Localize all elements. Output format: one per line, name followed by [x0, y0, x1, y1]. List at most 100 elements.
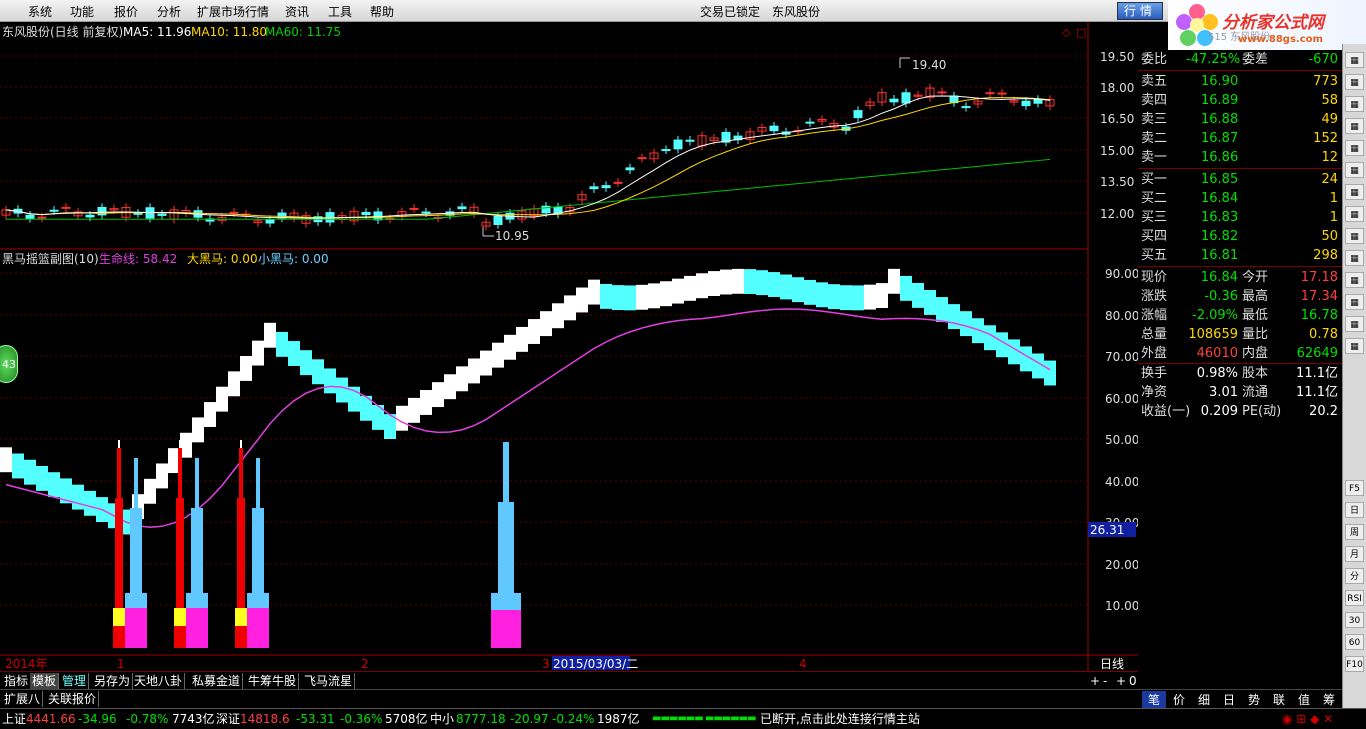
toolbar-button-0[interactable]: F5 [1345, 480, 1364, 496]
red-signal-bar [239, 448, 243, 498]
buy-level-row[interactable]: 买二 16.84 1 [1138, 189, 1342, 208]
template-tab-5[interactable]: 私募金道 [190, 673, 244, 689]
menu-item-help[interactable]: 帮助 [370, 3, 394, 20]
buy-level-row[interactable]: 买五 16.81 298 [1138, 246, 1342, 265]
toolbar-button-4[interactable]: 分 [1345, 568, 1364, 584]
detail-tab-2[interactable]: 细 [1192, 691, 1216, 708]
menu-item-analysis[interactable]: 分析 [157, 3, 181, 20]
toolbar-icon[interactable]: ▦ [1345, 228, 1364, 244]
toolbar-button-1[interactable]: 日 [1345, 502, 1364, 518]
detail-tab-1[interactable]: 价 [1167, 691, 1191, 708]
ext-tab-0[interactable]: 扩展八 [2, 691, 44, 707]
svg-text:70.00: 70.00 [1105, 350, 1138, 364]
detail-tab-5[interactable]: 联 [1267, 691, 1291, 708]
float-badge[interactable]: 43 [0, 345, 18, 383]
toolbar-icon[interactable]: ▦ [1345, 316, 1364, 332]
toolbar-icon[interactable]: ▦ [1345, 140, 1364, 156]
diamond-icon[interactable]: ◇ [1062, 26, 1071, 39]
blue-signal-bar [130, 508, 142, 593]
template-tab-7[interactable]: 飞马流星 [302, 673, 356, 689]
toolbar-icon[interactable]: ▦ [1345, 74, 1364, 90]
svg-text:2014年: 2014年 [5, 657, 48, 671]
template-tab-1[interactable]: 模板 [30, 673, 60, 689]
toolbar-icon[interactable]: ▦ [1345, 118, 1364, 134]
sell-level-row[interactable]: 卖四 16.89 58 [1138, 91, 1342, 110]
ext-tab-1[interactable]: 关联报价 [46, 691, 100, 707]
template-tab-4[interactable]: 天地八卦 [132, 673, 186, 689]
detail-tab-7[interactable]: 筹 [1317, 691, 1341, 708]
toolbar-icon[interactable]: ▦ [1345, 338, 1364, 354]
candle-body [805, 121, 815, 124]
indicator-block [816, 282, 828, 308]
template-tab-3[interactable]: 另存为 [92, 673, 134, 689]
level-volume: 1 [1329, 210, 1338, 225]
stat-row: 总量 108659 量比 0.78 [1138, 325, 1342, 344]
menu-item-news[interactable]: 资讯 [285, 3, 309, 20]
candlesticks[interactable] [1, 83, 1055, 231]
indicator-block [840, 285, 852, 311]
sell-level-row[interactable]: 卖三 16.88 49 [1138, 110, 1342, 129]
toolbar-button-5[interactable]: RSI [1345, 590, 1364, 606]
chart-ctrl-2[interactable]: + [1114, 673, 1127, 689]
stat-row: 涨幅 -2.09% 最低 16.78 [1138, 306, 1342, 325]
sell-level-row[interactable]: 卖一 16.86 12 [1138, 148, 1342, 167]
detail-tab-4[interactable]: 势 [1242, 691, 1266, 708]
indicator-block [408, 397, 420, 423]
zx-index-label[interactable]: 中小 [430, 709, 454, 729]
buy-level-row[interactable]: 买四 16.82 50 [1138, 227, 1342, 246]
close-panel-icon[interactable]: □ [1076, 26, 1086, 39]
indicator-block [612, 285, 624, 311]
detail-tab-0[interactable]: 笔 [1142, 691, 1166, 708]
buy-level-row[interactable]: 买三 16.83 1 [1138, 208, 1342, 227]
template-tab-6[interactable]: 牛筹牛股 [246, 673, 300, 689]
detail-tab-3[interactable]: 日 [1217, 691, 1241, 708]
ma5-label: MA5: 11.96 [123, 25, 191, 39]
toolbar-icon[interactable]: ▦ [1345, 272, 1364, 288]
toolbar-icon[interactable]: ▦ [1345, 184, 1364, 200]
chart-ctrl-0[interactable]: + [1088, 673, 1101, 689]
template-tab-0[interactable]: 指标 [2, 673, 32, 689]
toolbar-icon[interactable]: ▦ [1345, 206, 1364, 222]
sz-index-label[interactable]: 深证 [216, 709, 240, 729]
menu-item-extended-market[interactable]: 扩展市场行情 [197, 3, 269, 20]
toolbar-icon[interactable]: ▦ [1345, 250, 1364, 266]
buy-level-row[interactable]: 买一 16.85 24 [1138, 170, 1342, 189]
toolbar-icon[interactable]: ▦ [1345, 162, 1364, 178]
toolbar-icon[interactable]: ▦ [1345, 52, 1364, 68]
signal-tip [240, 440, 242, 448]
signal-meter-icon: ▬▬▬▬▬▬ ▬▬▬▬▬▬ [652, 713, 757, 724]
toolbar-icon[interactable]: ▦ [1345, 294, 1364, 310]
menu-item-function[interactable]: 功能 [70, 3, 94, 20]
big-horse-label: 大黑马: 0.00 [187, 252, 258, 266]
sell-level-row[interactable]: 卖五 16.90 773 [1138, 72, 1342, 91]
toolbar-button-7[interactable]: 60 [1345, 634, 1364, 650]
toolbar-button-8[interactable]: F10 [1345, 656, 1364, 672]
toolbar-button-2[interactable]: 周 [1345, 524, 1364, 540]
red-signal-bar [176, 498, 184, 618]
indicator-block [708, 271, 720, 296]
status-icons[interactable]: ◉ ⊞ ◆ ✕ [1282, 709, 1333, 729]
chart-ctrl-3[interactable]: 0 [1127, 673, 1140, 689]
template-tab-2[interactable]: 管理 [60, 673, 90, 689]
sh-index-label[interactable]: 上证 [2, 709, 26, 729]
level-volume: 49 [1321, 112, 1338, 127]
menu-item-quote[interactable]: 报价 [114, 3, 138, 20]
sell-level-row[interactable]: 卖二 16.87 152 [1138, 129, 1342, 148]
level-label: 买三 [1141, 210, 1168, 225]
chart-ctrl-1[interactable]: - [1101, 673, 1114, 689]
main-chart-title: 东风股份(日线 前复权) [2, 24, 123, 39]
menu-item-tools[interactable]: 工具 [328, 3, 352, 20]
toolbar-icon[interactable]: ▦ [1345, 96, 1364, 112]
panel-frames [0, 22, 1138, 671]
connection-status-link[interactable]: 已断开,点击此处连接行情主站 [760, 709, 920, 729]
chart-area[interactable]: 东风股份(日线 前复权) MA5: 11.96 MA10: 11.80 MA60… [0, 22, 1138, 671]
stat-row: 涨跌 -0.36 最高 17.34 [1138, 287, 1342, 306]
indicator-block [564, 295, 576, 321]
toolbar-button-3[interactable]: 月 [1345, 546, 1364, 562]
toolbar-button-6[interactable]: 30 [1345, 612, 1364, 628]
level-price: 16.82 [1201, 229, 1239, 244]
indicator-block [24, 459, 36, 485]
quote-mode-button[interactable]: 行情 [1117, 2, 1163, 20]
menu-item-system[interactable]: 系统 [28, 3, 52, 20]
detail-tab-6[interactable]: 值 [1292, 691, 1316, 708]
